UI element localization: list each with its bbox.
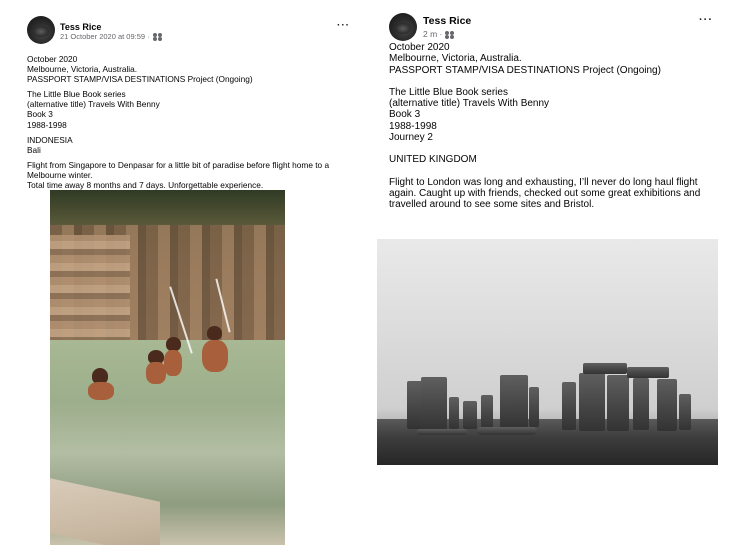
photo-stone bbox=[627, 367, 669, 378]
photo-child-body bbox=[202, 340, 228, 372]
post-left: Tess Rice 21 October 2020 at 09:59 · ···… bbox=[0, 0, 366, 549]
photo-stone bbox=[657, 379, 677, 431]
photo-stone bbox=[421, 377, 447, 431]
photo-stone bbox=[417, 429, 467, 435]
photo-stone bbox=[477, 427, 537, 435]
photo-child-body bbox=[88, 382, 114, 400]
photo-stone bbox=[633, 378, 649, 430]
post-paragraph: October 2020 Melbourne, Victoria, Austra… bbox=[27, 54, 253, 85]
more-options-icon[interactable]: ··· bbox=[699, 14, 713, 26]
post-text: October 2020 Melbourne, Victoria, Austra… bbox=[389, 42, 724, 211]
photo-child-body bbox=[146, 362, 166, 384]
post-text: October 2020 Melbourne, Victoria, Austra… bbox=[27, 54, 347, 190]
photo-child bbox=[207, 326, 222, 340]
post-paragraph: UNITED KINGDOM bbox=[389, 154, 477, 166]
photo-stone bbox=[607, 375, 629, 431]
avatar[interactable] bbox=[27, 16, 55, 44]
photo-stone bbox=[583, 363, 627, 374]
photo-stone bbox=[679, 394, 691, 430]
post-paragraph: Flight to London was long and exhausting… bbox=[389, 176, 701, 211]
photo-stone bbox=[449, 397, 459, 429]
friends-icon bbox=[445, 30, 455, 38]
avatar[interactable] bbox=[389, 13, 417, 41]
author-name[interactable]: Tess Rice bbox=[423, 15, 471, 27]
photo-child bbox=[166, 337, 181, 351]
timestamp[interactable]: 2 m · bbox=[423, 29, 442, 39]
post-paragraph: The Little Blue Book series (alternative… bbox=[27, 89, 160, 130]
post-photo-bali[interactable] bbox=[50, 190, 285, 545]
photo-stone bbox=[481, 395, 493, 429]
post-paragraph: INDONESIA Bali bbox=[27, 134, 73, 155]
timestamp[interactable]: 21 October 2020 at 09:59 · bbox=[60, 32, 150, 41]
post-photo-stonehenge[interactable] bbox=[377, 239, 718, 465]
friends-icon bbox=[152, 33, 162, 40]
author-name[interactable]: Tess Rice bbox=[60, 22, 101, 32]
post-paragraph: The Little Blue Book series (alternative… bbox=[389, 86, 550, 144]
post-paragraph: October 2020 Melbourne, Victoria, Austra… bbox=[389, 42, 661, 76]
post-paragraph: Flight from Singapore to Denpasar for a … bbox=[27, 159, 330, 191]
photo-stone bbox=[500, 375, 528, 429]
photo-stone bbox=[463, 401, 477, 429]
more-options-icon[interactable]: ··· bbox=[337, 20, 350, 31]
photo-stone bbox=[579, 373, 605, 431]
post-meta: 21 October 2020 at 09:59 · bbox=[60, 32, 162, 41]
photo-stone bbox=[562, 382, 576, 430]
post-right: Tess Rice 2 m · ··· October 2020 Melbour… bbox=[366, 0, 732, 549]
photo-child-body bbox=[164, 350, 182, 376]
photo-stone bbox=[529, 387, 539, 427]
post-meta: 2 m · bbox=[423, 29, 455, 39]
